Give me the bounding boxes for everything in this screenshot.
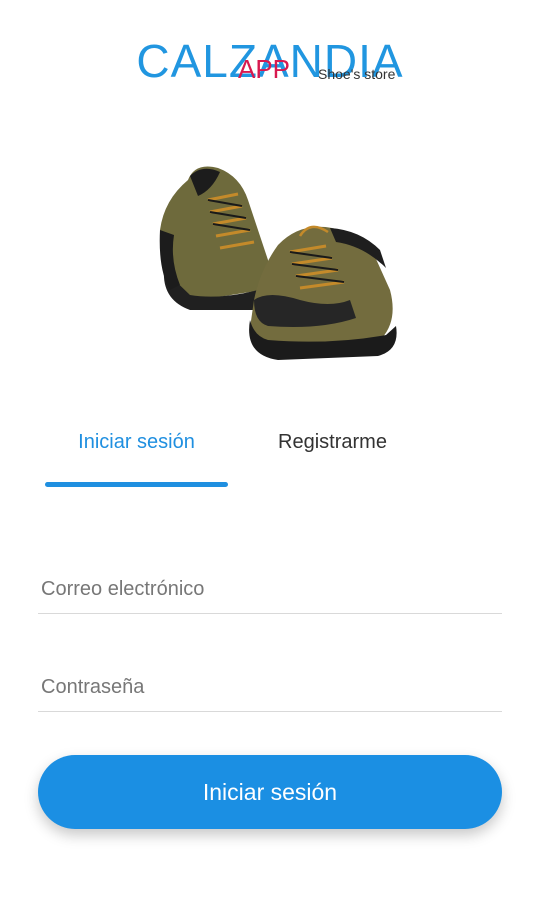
login-screen: CALZANDIA APP Shoe's store Iniciar sesió… <box>0 0 540 900</box>
brand-tagline: Shoe's store <box>318 66 396 82</box>
brand-app-label: APP <box>238 54 291 84</box>
password-field[interactable] <box>38 676 502 711</box>
brand-subtitle: APP Shoe's store <box>238 56 458 86</box>
login-button[interactable]: Iniciar sesión <box>38 755 502 829</box>
tab-register[interactable]: Registrarme <box>240 415 425 485</box>
password-field-container <box>38 676 502 712</box>
front-shoe <box>249 225 397 360</box>
auth-tabs: Iniciar sesión Registrarme <box>0 415 540 490</box>
hiking-shoes-image <box>150 150 410 370</box>
tab-login[interactable]: Iniciar sesión <box>45 415 228 485</box>
email-field[interactable] <box>38 578 502 613</box>
active-tab-indicator <box>45 482 228 487</box>
email-field-container <box>38 578 502 614</box>
